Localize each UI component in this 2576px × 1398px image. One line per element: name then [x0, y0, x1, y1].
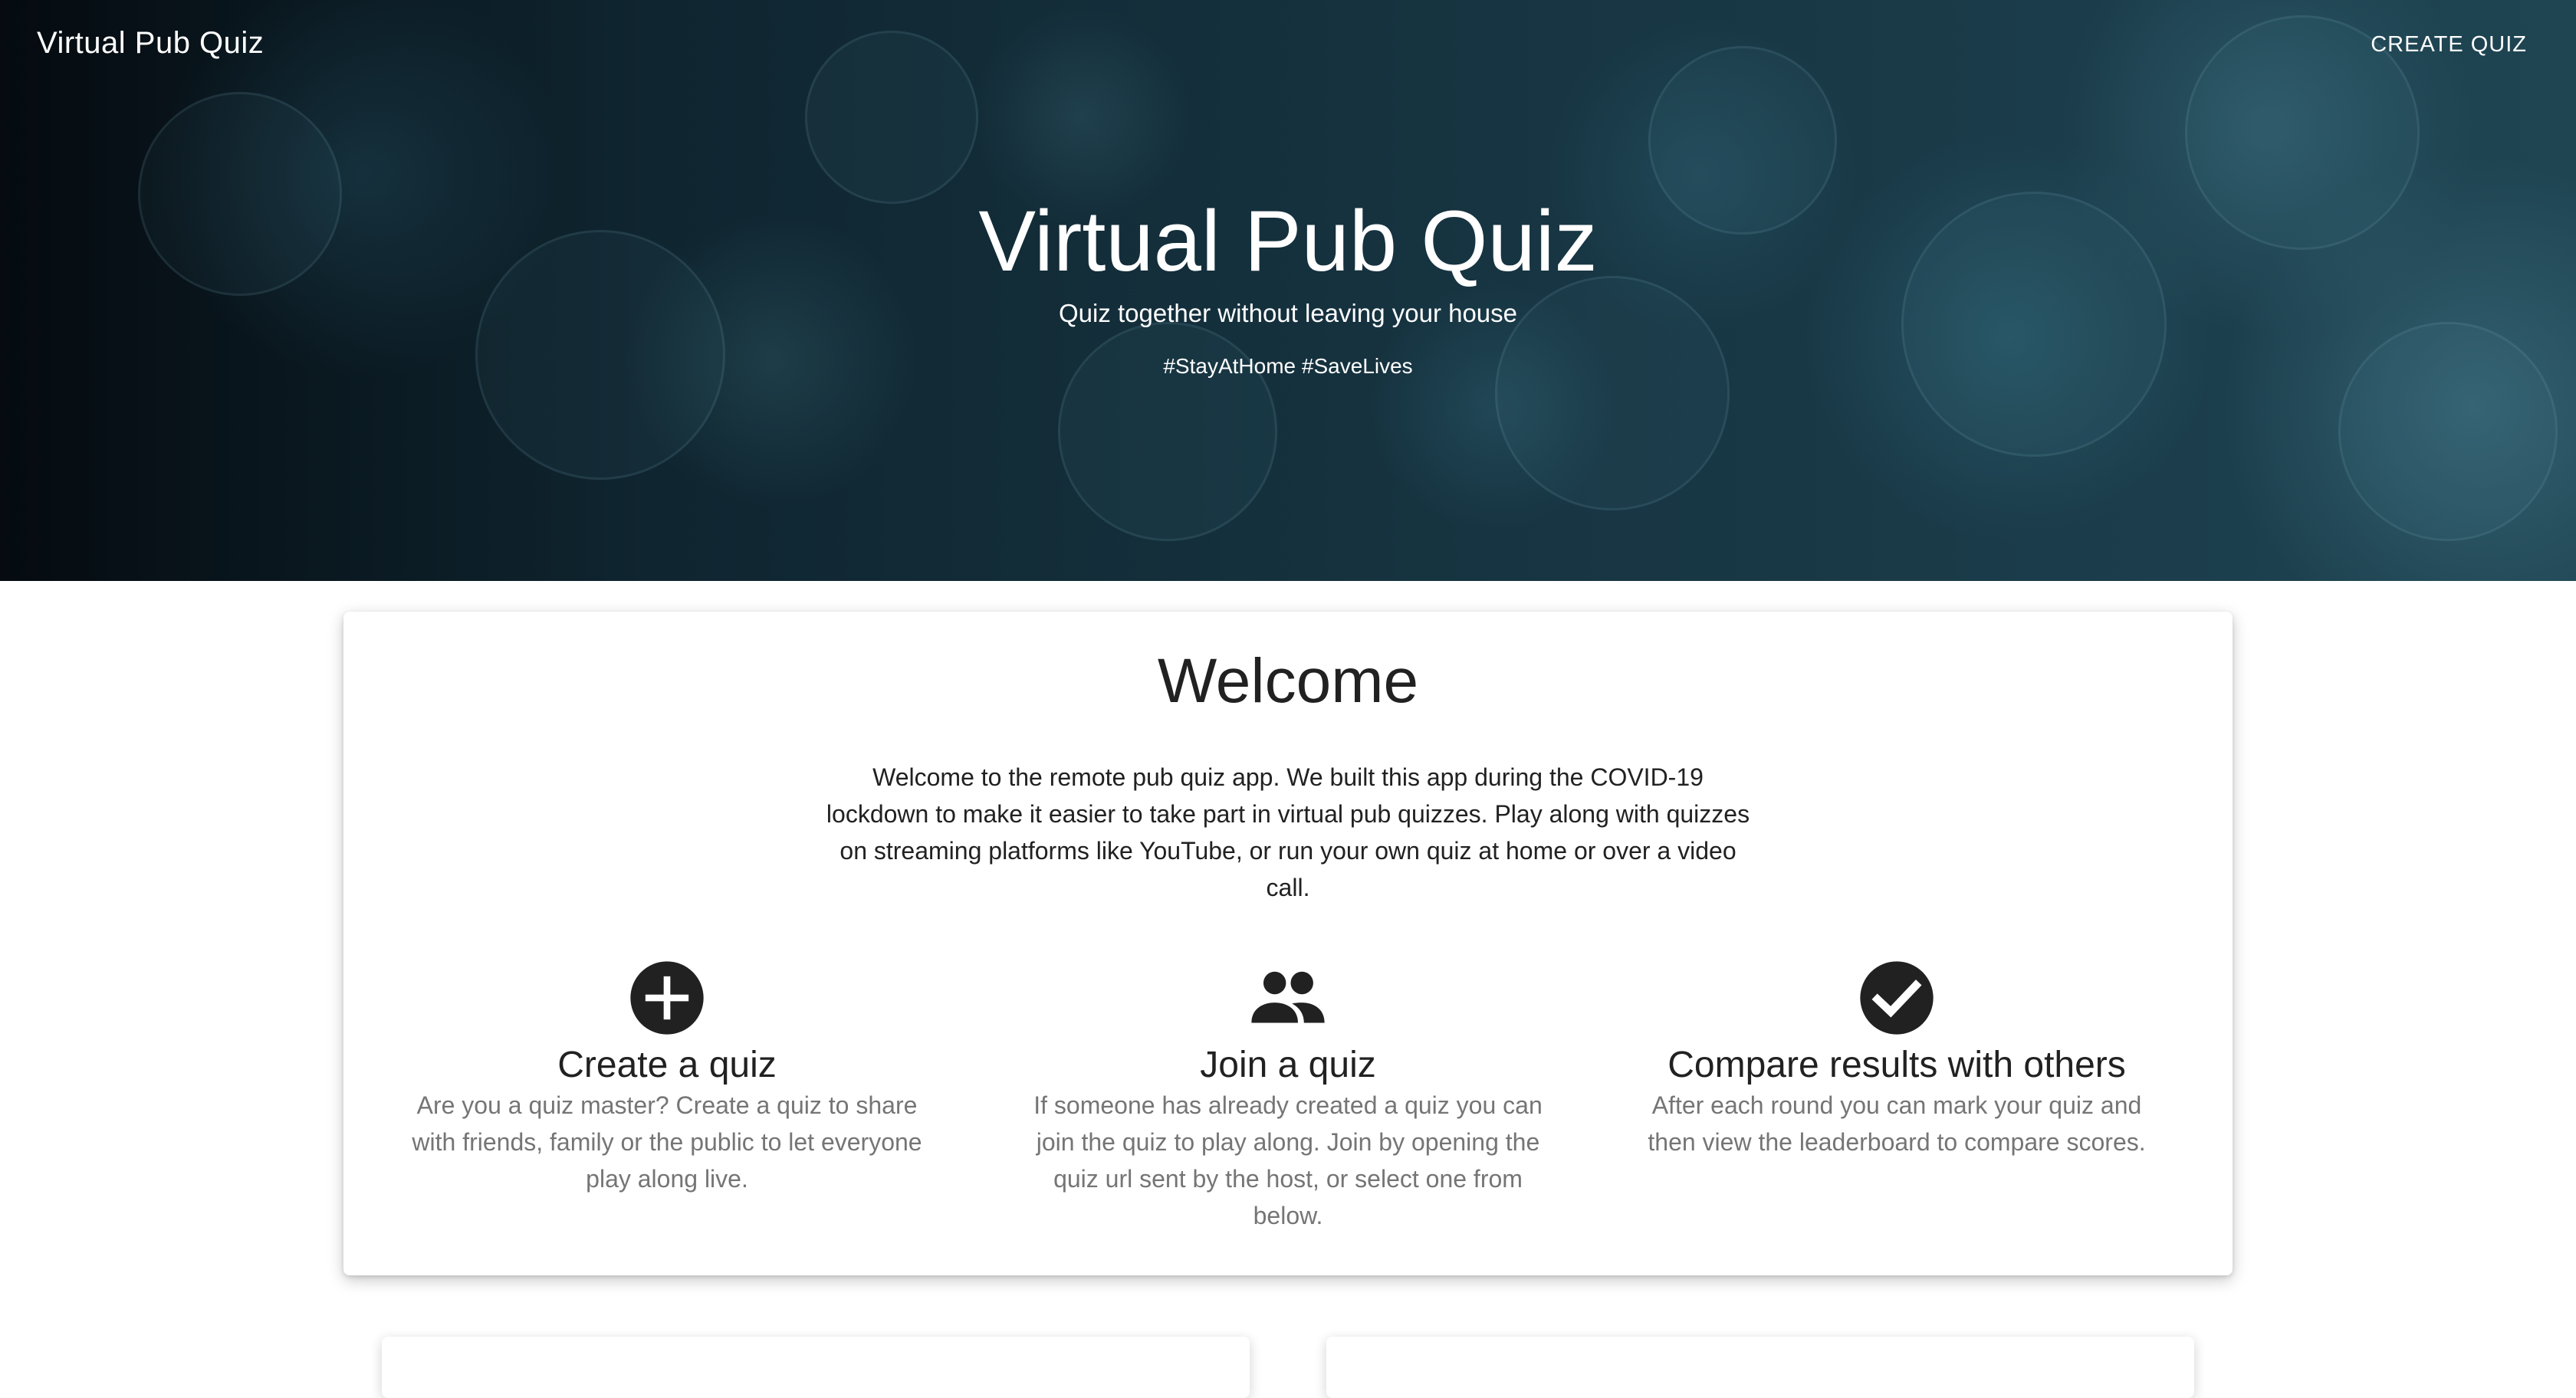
hero-hashtags: #StayAtHome #SaveLives — [1163, 354, 1413, 378]
welcome-card: Welcome Welcome to the remote pub quiz a… — [343, 612, 2233, 1275]
check-circle-icon — [1860, 961, 1934, 1035]
feature-description: Are you a quiz master? Create a quiz to … — [412, 1091, 922, 1193]
feature-join-quiz: Join a quiz If someone has already creat… — [1012, 958, 1564, 1234]
welcome-text: Welcome to the remote pub quiz app. We b… — [826, 763, 1750, 901]
feature-create-quiz: Create a quiz Are you a quiz master? Cre… — [391, 958, 943, 1197]
navbar-brand[interactable]: Virtual Pub Quiz — [37, 26, 264, 61]
feature-title: Compare results with others — [1668, 1045, 2126, 1085]
feature-description: After each round you can mark your quiz … — [1648, 1091, 2146, 1156]
create-quiz-link[interactable]: CREATE QUIZ — [2371, 32, 2527, 57]
feature-description: If someone has already created a quiz yo… — [1033, 1091, 1543, 1229]
hero-subtitle: Quiz together without leaving your house — [1058, 299, 1518, 327]
people-icon — [1251, 971, 1325, 1023]
bokeh-decoration — [805, 31, 978, 204]
hero-title: Virtual Pub Quiz — [978, 193, 1598, 289]
lower-card-right — [1326, 1337, 2194, 1398]
feature-compare-results: Compare results with others After each r… — [1621, 958, 2173, 1160]
hero-banner: Virtual Pub Quiz CREATE QUIZ Virtual Pub… — [0, 0, 2576, 581]
add-circle-icon — [630, 961, 704, 1035]
welcome-title: Welcome — [1157, 646, 1419, 716]
feature-title: Create a quiz — [557, 1045, 777, 1085]
feature-title: Join a quiz — [1200, 1045, 1376, 1085]
lower-card-left — [382, 1337, 1250, 1398]
